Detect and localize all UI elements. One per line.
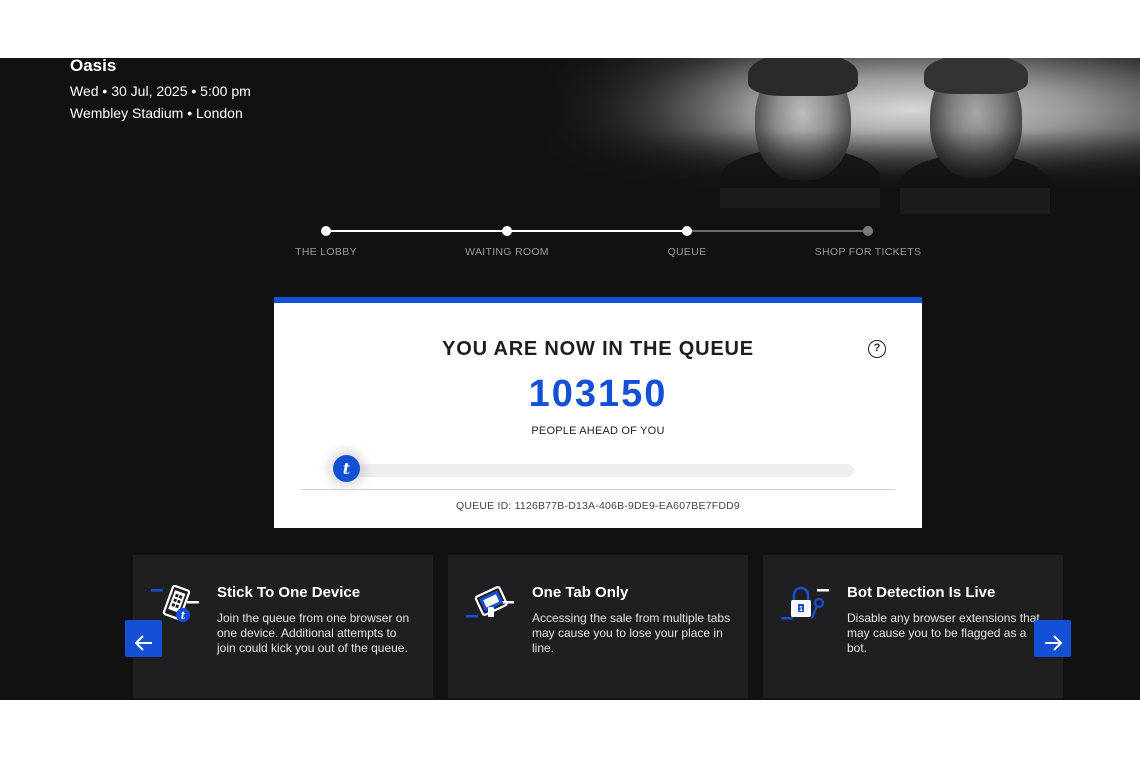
svg-text:1: 1 <box>799 606 803 613</box>
question-mark-icon[interactable]: ? <box>868 340 886 358</box>
step-dot-shop <box>863 226 873 236</box>
step-dot-queue <box>682 226 692 236</box>
svg-text:t: t <box>181 611 186 622</box>
tip-title: Stick To One Device <box>217 584 361 601</box>
lock-key-icon: 1 <box>781 586 829 620</box>
ticketmaster-logo-icon: t <box>333 455 360 482</box>
arrow-left-icon <box>134 635 152 651</box>
queue-id: QUEUE ID: 1126B77B-D13A-406B-9DE9-EA607B… <box>456 500 740 512</box>
queue-title: YOU ARE NOW IN THE QUEUE <box>442 338 754 360</box>
stepper-track-remaining <box>687 230 868 232</box>
tip-text: Join the queue from one browser on one d… <box>217 611 410 655</box>
carousel-prev-button[interactable] <box>125 620 162 657</box>
tip-card-one-device: t Stick To One Device Join the queue fro… <box>133 555 433 698</box>
tip-title: One Tab Only <box>532 584 629 601</box>
tabs-icon <box>466 585 514 618</box>
tip-text: Disable any browser extensions that may … <box>847 611 1040 655</box>
queue-progress-stepper: THE LOBBY WAITING ROOM QUEUE SHOP FOR TI… <box>0 58 1140 288</box>
phone-device-icon: t <box>151 585 199 622</box>
tip-card-one-tab: One Tab Only Accessing the sale from mul… <box>448 555 748 698</box>
step-label-lobby: THE LOBBY <box>295 246 357 258</box>
step-label-queue: QUEUE <box>667 246 707 258</box>
carousel-next-button[interactable] <box>1034 620 1071 657</box>
step-dot-waiting-room <box>502 226 512 236</box>
card-divider <box>301 489 895 490</box>
tip-card-bot-detection: 1 Bot Detection Is Live Disable any brow… <box>763 555 1063 698</box>
tip-title: Bot Detection Is Live <box>847 584 996 601</box>
queue-card: YOU ARE NOW IN THE QUEUE ? 103150 PEOPLE… <box>274 297 922 528</box>
arrow-right-icon <box>1044 635 1062 651</box>
queue-page: Oasis Wed • 30 Jul, 2025 • 5:00 pm Wembl… <box>0 58 1140 700</box>
queue-progress-bar <box>334 464 854 477</box>
tip-text: Accessing the sale from multiple tabs ma… <box>532 611 731 655</box>
people-ahead-count: 103150 <box>528 373 668 415</box>
step-label-waiting-room: WAITING ROOM <box>465 246 549 258</box>
people-ahead-label: PEOPLE AHEAD OF YOU <box>531 425 665 437</box>
step-label-shop: SHOP FOR TICKETS <box>814 246 922 258</box>
step-dot-lobby <box>321 226 331 236</box>
